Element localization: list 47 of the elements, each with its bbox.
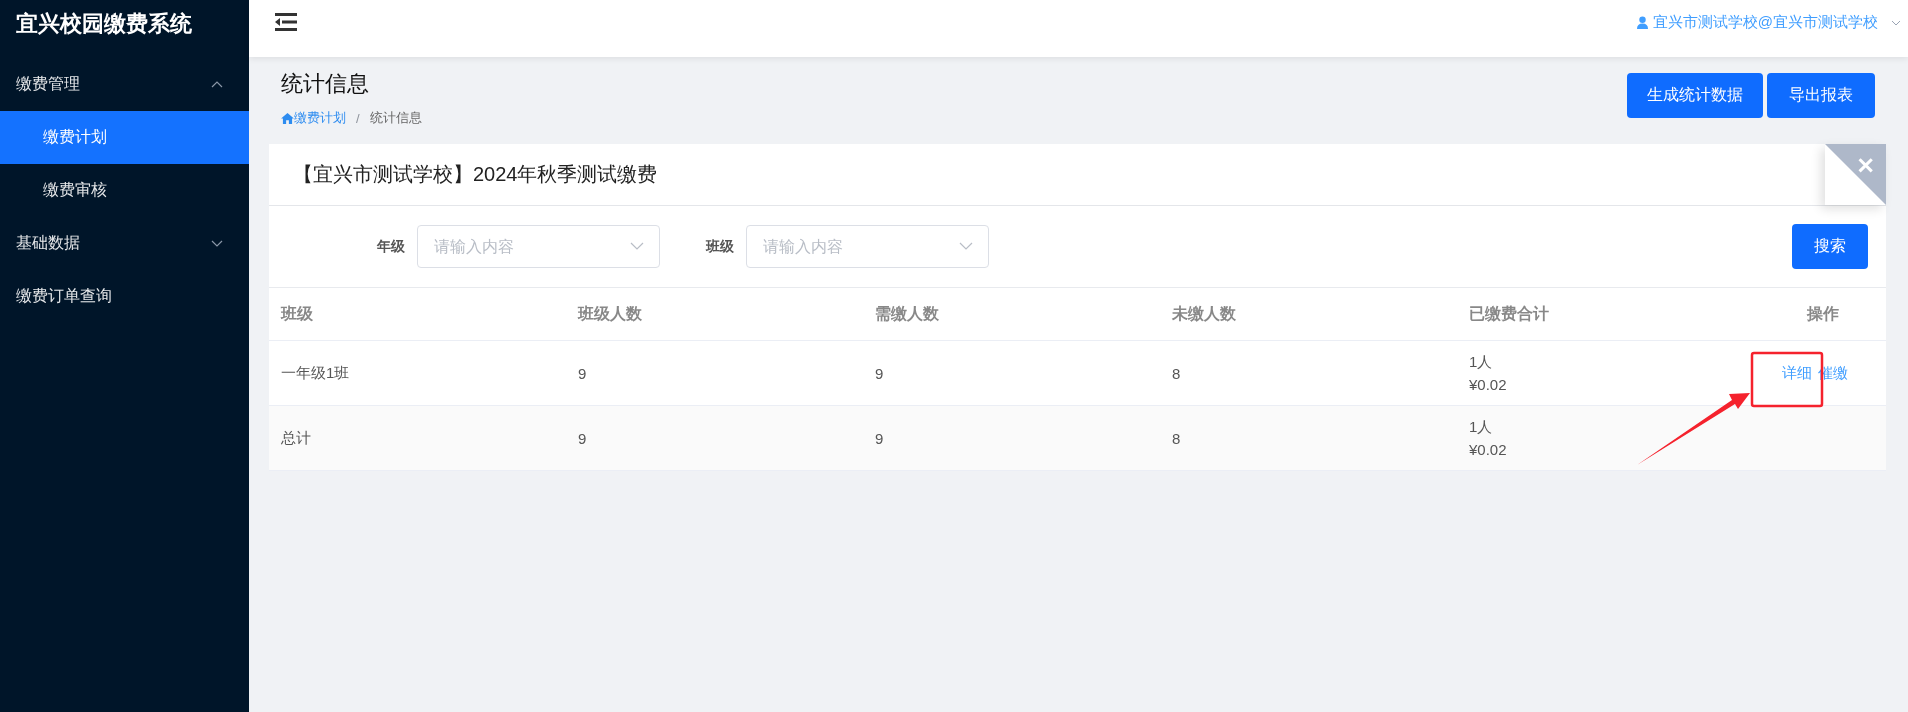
column-header: 操作 [1805, 303, 1840, 324]
table-cell-text: 8 [1171, 364, 1182, 382]
user-icon [1636, 16, 1648, 29]
page-title: 统计信息 [281, 70, 370, 98]
table-cell-text: 1人 [1469, 418, 1494, 437]
search-button[interactable]: 搜索 [1792, 224, 1868, 269]
breadcrumb-current: 统计信息 [369, 109, 422, 127]
menu-item[interactable]: 缴费计划 [0, 111, 249, 164]
filter-label: 年级 [376, 237, 405, 256]
table-cell-text: 9 [874, 364, 885, 382]
menu-group[interactable]: 基础数据 [0, 217, 249, 270]
caret-icon[interactable] [1891, 19, 1901, 26]
column-header: 未缴人数 [1171, 303, 1237, 324]
table-cell-text: 1人 [1469, 353, 1494, 372]
app-title: 宜兴校园缴费系统 [15, 10, 193, 38]
select-field[interactable]: 请输入内容 [746, 225, 989, 268]
table-cell-text: ¥0.02 [1469, 376, 1508, 393]
select-field[interactable]: 请输入内容 [417, 225, 660, 268]
filter-label: 班级 [704, 237, 734, 256]
table-cell-text: ¥0.02 [1469, 441, 1508, 458]
column-header: 已缴费合计 [1468, 303, 1550, 324]
column-header: 班级 [279, 303, 314, 324]
chevron-icon [630, 242, 644, 250]
table-cell-text: 总计 [280, 428, 312, 448]
table-cell-text: 8 [1171, 429, 1182, 447]
caret-icon [211, 240, 223, 247]
menu-icon[interactable] [275, 12, 297, 31]
breadcrumb-separator: / [356, 110, 360, 126]
action-link[interactable]: 详细 [1782, 363, 1812, 383]
caret-icon [211, 81, 223, 88]
menu-group[interactable]: 缴费管理 [0, 58, 249, 111]
export-button[interactable]: 导出报表 [1767, 73, 1875, 118]
column-header: 班级人数 [576, 303, 643, 324]
column-header: 需缴人数 [874, 303, 940, 324]
home-icon [281, 112, 294, 124]
user-name[interactable]: 宜兴市测试学校@宜兴市测试学校 [1652, 13, 1878, 32]
close-corner-button[interactable] [1825, 144, 1886, 205]
table-cell-text: 9 [577, 364, 588, 382]
menu-item[interactable]: 缴费审核 [0, 164, 249, 217]
breadcrumb-link[interactable]: 缴费计划 [294, 109, 346, 127]
menu-item[interactable]: 缴费订单查询 [0, 270, 249, 323]
chevron-icon [959, 242, 973, 250]
table-cell-text: 9 [874, 429, 885, 447]
card-title: 【宜兴市测试学校】2024年秋季测试缴费 [293, 162, 658, 187]
table-cell-text: 一年级1班 [280, 363, 351, 383]
generate-button[interactable]: 生成统计数据 [1627, 73, 1763, 118]
table-cell-text: 9 [577, 429, 588, 447]
